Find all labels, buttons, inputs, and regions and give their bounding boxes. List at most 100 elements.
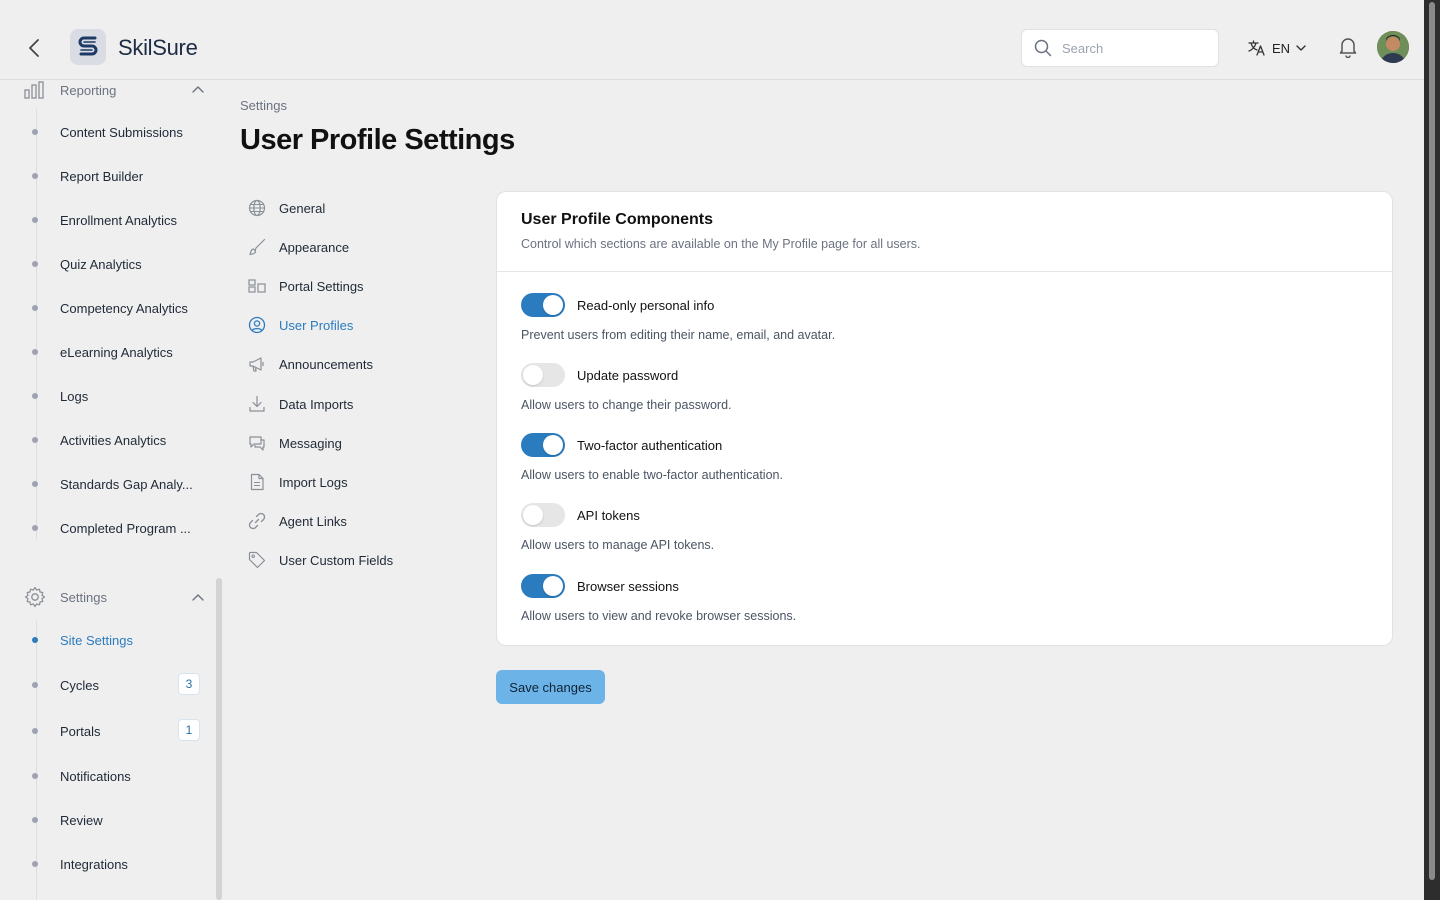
toggle-knob xyxy=(523,365,543,385)
sidebar: Reporting Content Submissions Report Bui… xyxy=(0,81,224,900)
sidebar-item-review[interactable]: Review xyxy=(32,808,202,832)
sidebar-section-settings[interactable]: Settings xyxy=(24,586,204,608)
sidebar-item-cycles[interactable]: Cycles 3 xyxy=(32,673,202,697)
user-profile-components-card: User Profile Components Control which se… xyxy=(496,191,1393,646)
option-update-password: Update password Allow users to change th… xyxy=(521,363,732,412)
sidebar-section-reporting[interactable]: Reporting xyxy=(24,81,204,99)
sidebar-item-site-settings[interactable]: Site Settings xyxy=(32,628,202,652)
bullet xyxy=(32,261,38,267)
sidebar-item-label: Report Builder xyxy=(60,168,144,184)
sidebar-item-competency-analytics[interactable]: Competency Analytics xyxy=(32,296,202,320)
page-scrollbar-thumb[interactable] xyxy=(1429,2,1435,880)
sidebar-item-standards-gap-analysis[interactable]: Standards Gap Analy... xyxy=(32,472,202,496)
read-only-personal-info-toggle[interactable] xyxy=(521,293,565,317)
card-title: User Profile Components xyxy=(521,211,714,228)
logo-icon xyxy=(78,36,98,56)
sidebar-item-activities-analytics[interactable]: Activities Analytics xyxy=(32,428,202,452)
subnav-user-custom-fields[interactable]: User Custom Fields xyxy=(248,549,393,571)
count-badge: 1 xyxy=(178,719,200,741)
two-factor-authentication-toggle[interactable] xyxy=(521,433,565,457)
sidebar-item-label: Notifications xyxy=(60,768,131,784)
option-two-factor-authentication: Two-factor authentication Allow users to… xyxy=(521,433,783,482)
subnav-messaging[interactable]: Messaging xyxy=(248,432,342,454)
page-title: User Profile Settings xyxy=(240,124,515,156)
subnav-label: General xyxy=(279,200,326,216)
subnav-user-profiles[interactable]: User Profiles xyxy=(248,314,353,336)
subnav-import-logs[interactable]: Import Logs xyxy=(248,471,348,493)
subnav-announcements[interactable]: Announcements xyxy=(248,353,373,375)
tag-icon xyxy=(248,551,266,569)
search-box[interactable] xyxy=(1021,29,1219,67)
breadcrumb[interactable]: Settings xyxy=(240,98,287,113)
user-circle-icon xyxy=(248,316,266,334)
chevron-left-icon xyxy=(29,39,39,57)
sidebar-item-logs[interactable]: Logs xyxy=(32,384,202,408)
sidebar-item-content-submissions[interactable]: Content Submissions xyxy=(32,120,202,144)
sidebar-item-integrations[interactable]: Integrations xyxy=(32,852,202,876)
option-help: Prevent users from editing their name, e… xyxy=(521,328,836,342)
sidebar-scrollbar[interactable] xyxy=(216,578,222,900)
subnav-label: Data Imports xyxy=(279,396,354,412)
sidebar-section-label: Reporting xyxy=(60,82,117,98)
gear-icon xyxy=(24,586,46,608)
sidebar-item-portals[interactable]: Portals 1 xyxy=(32,719,202,743)
sidebar-item-enrollment-analytics[interactable]: Enrollment Analytics xyxy=(32,208,202,232)
save-changes-button[interactable]: Save changes xyxy=(496,670,605,704)
browser-sessions-toggle[interactable] xyxy=(521,574,565,598)
brand-logo[interactable] xyxy=(70,29,106,65)
layout-icon xyxy=(248,279,266,293)
sidebar-item-quiz-analytics[interactable]: Quiz Analytics xyxy=(32,252,202,276)
update-password-toggle[interactable] xyxy=(521,363,565,387)
sidebar-item-elearning-analytics[interactable]: eLearning Analytics xyxy=(32,340,202,364)
file-icon xyxy=(250,473,264,491)
subnav-portal-settings[interactable]: Portal Settings xyxy=(248,275,364,297)
chevron-up-icon xyxy=(192,594,204,601)
page-scrollbar[interactable] xyxy=(1424,0,1440,900)
subnav-appearance[interactable]: Appearance xyxy=(248,236,349,258)
subnav-label: Messaging xyxy=(279,435,342,451)
top-bar: SkilSure EN xyxy=(0,0,1424,80)
subnav-data-imports[interactable]: Data Imports xyxy=(248,393,353,415)
chevron-up-icon xyxy=(192,86,204,93)
option-label: Update password xyxy=(577,367,679,383)
brush-icon xyxy=(249,238,266,256)
option-help: Allow users to change their password. xyxy=(521,398,732,412)
sidebar-item-label: Logs xyxy=(60,388,89,404)
link-icon xyxy=(248,512,266,530)
option-label: Read-only personal info xyxy=(577,297,715,313)
translate-icon xyxy=(1248,40,1265,56)
option-label: API tokens xyxy=(577,507,640,523)
option-help: Allow users to manage API tokens. xyxy=(521,538,715,552)
option-help: Allow users to view and revoke browser s… xyxy=(521,609,797,623)
notifications-button[interactable] xyxy=(1338,36,1358,63)
bell-icon xyxy=(1339,38,1357,59)
megaphone-icon xyxy=(249,357,264,372)
chevron-down-icon xyxy=(1296,45,1306,51)
sidebar-item-label: eLearning Analytics xyxy=(60,344,173,360)
option-read-only-personal-info: Read-only personal info Prevent users fr… xyxy=(521,293,835,342)
bullet xyxy=(32,217,38,223)
brand-name: SkilSure xyxy=(118,35,198,60)
option-label: Browser sessions xyxy=(577,578,679,594)
subnav-label: Portal Settings xyxy=(279,278,364,294)
subnav-agent-links[interactable]: Agent Links xyxy=(248,510,347,532)
toggle-knob xyxy=(543,295,563,315)
sidebar-item-completed-program[interactable]: Completed Program ... xyxy=(32,516,202,540)
sidebar-item-label: Completed Program ... xyxy=(60,520,191,536)
user-photo-icon xyxy=(1377,31,1409,63)
sidebar-item-label: Integrations xyxy=(60,856,128,872)
sidebar-item-report-builder[interactable]: Report Builder xyxy=(32,164,202,188)
subnav-label: Appearance xyxy=(279,239,350,255)
search-input[interactable] xyxy=(1062,40,1202,56)
avatar[interactable] xyxy=(1377,31,1409,63)
sidebar-item-label: Review xyxy=(60,812,103,828)
api-tokens-toggle[interactable] xyxy=(521,503,565,527)
toggle-knob xyxy=(523,505,543,525)
subnav-general[interactable]: General xyxy=(248,197,325,219)
back-button[interactable] xyxy=(24,36,44,60)
sidebar-item-notifications[interactable]: Notifications xyxy=(32,764,202,788)
bullet xyxy=(32,525,38,531)
subnav-label: Import Logs xyxy=(279,474,348,490)
sidebar-item-label: Portals xyxy=(60,723,101,739)
language-selector[interactable]: EN xyxy=(1248,38,1306,58)
